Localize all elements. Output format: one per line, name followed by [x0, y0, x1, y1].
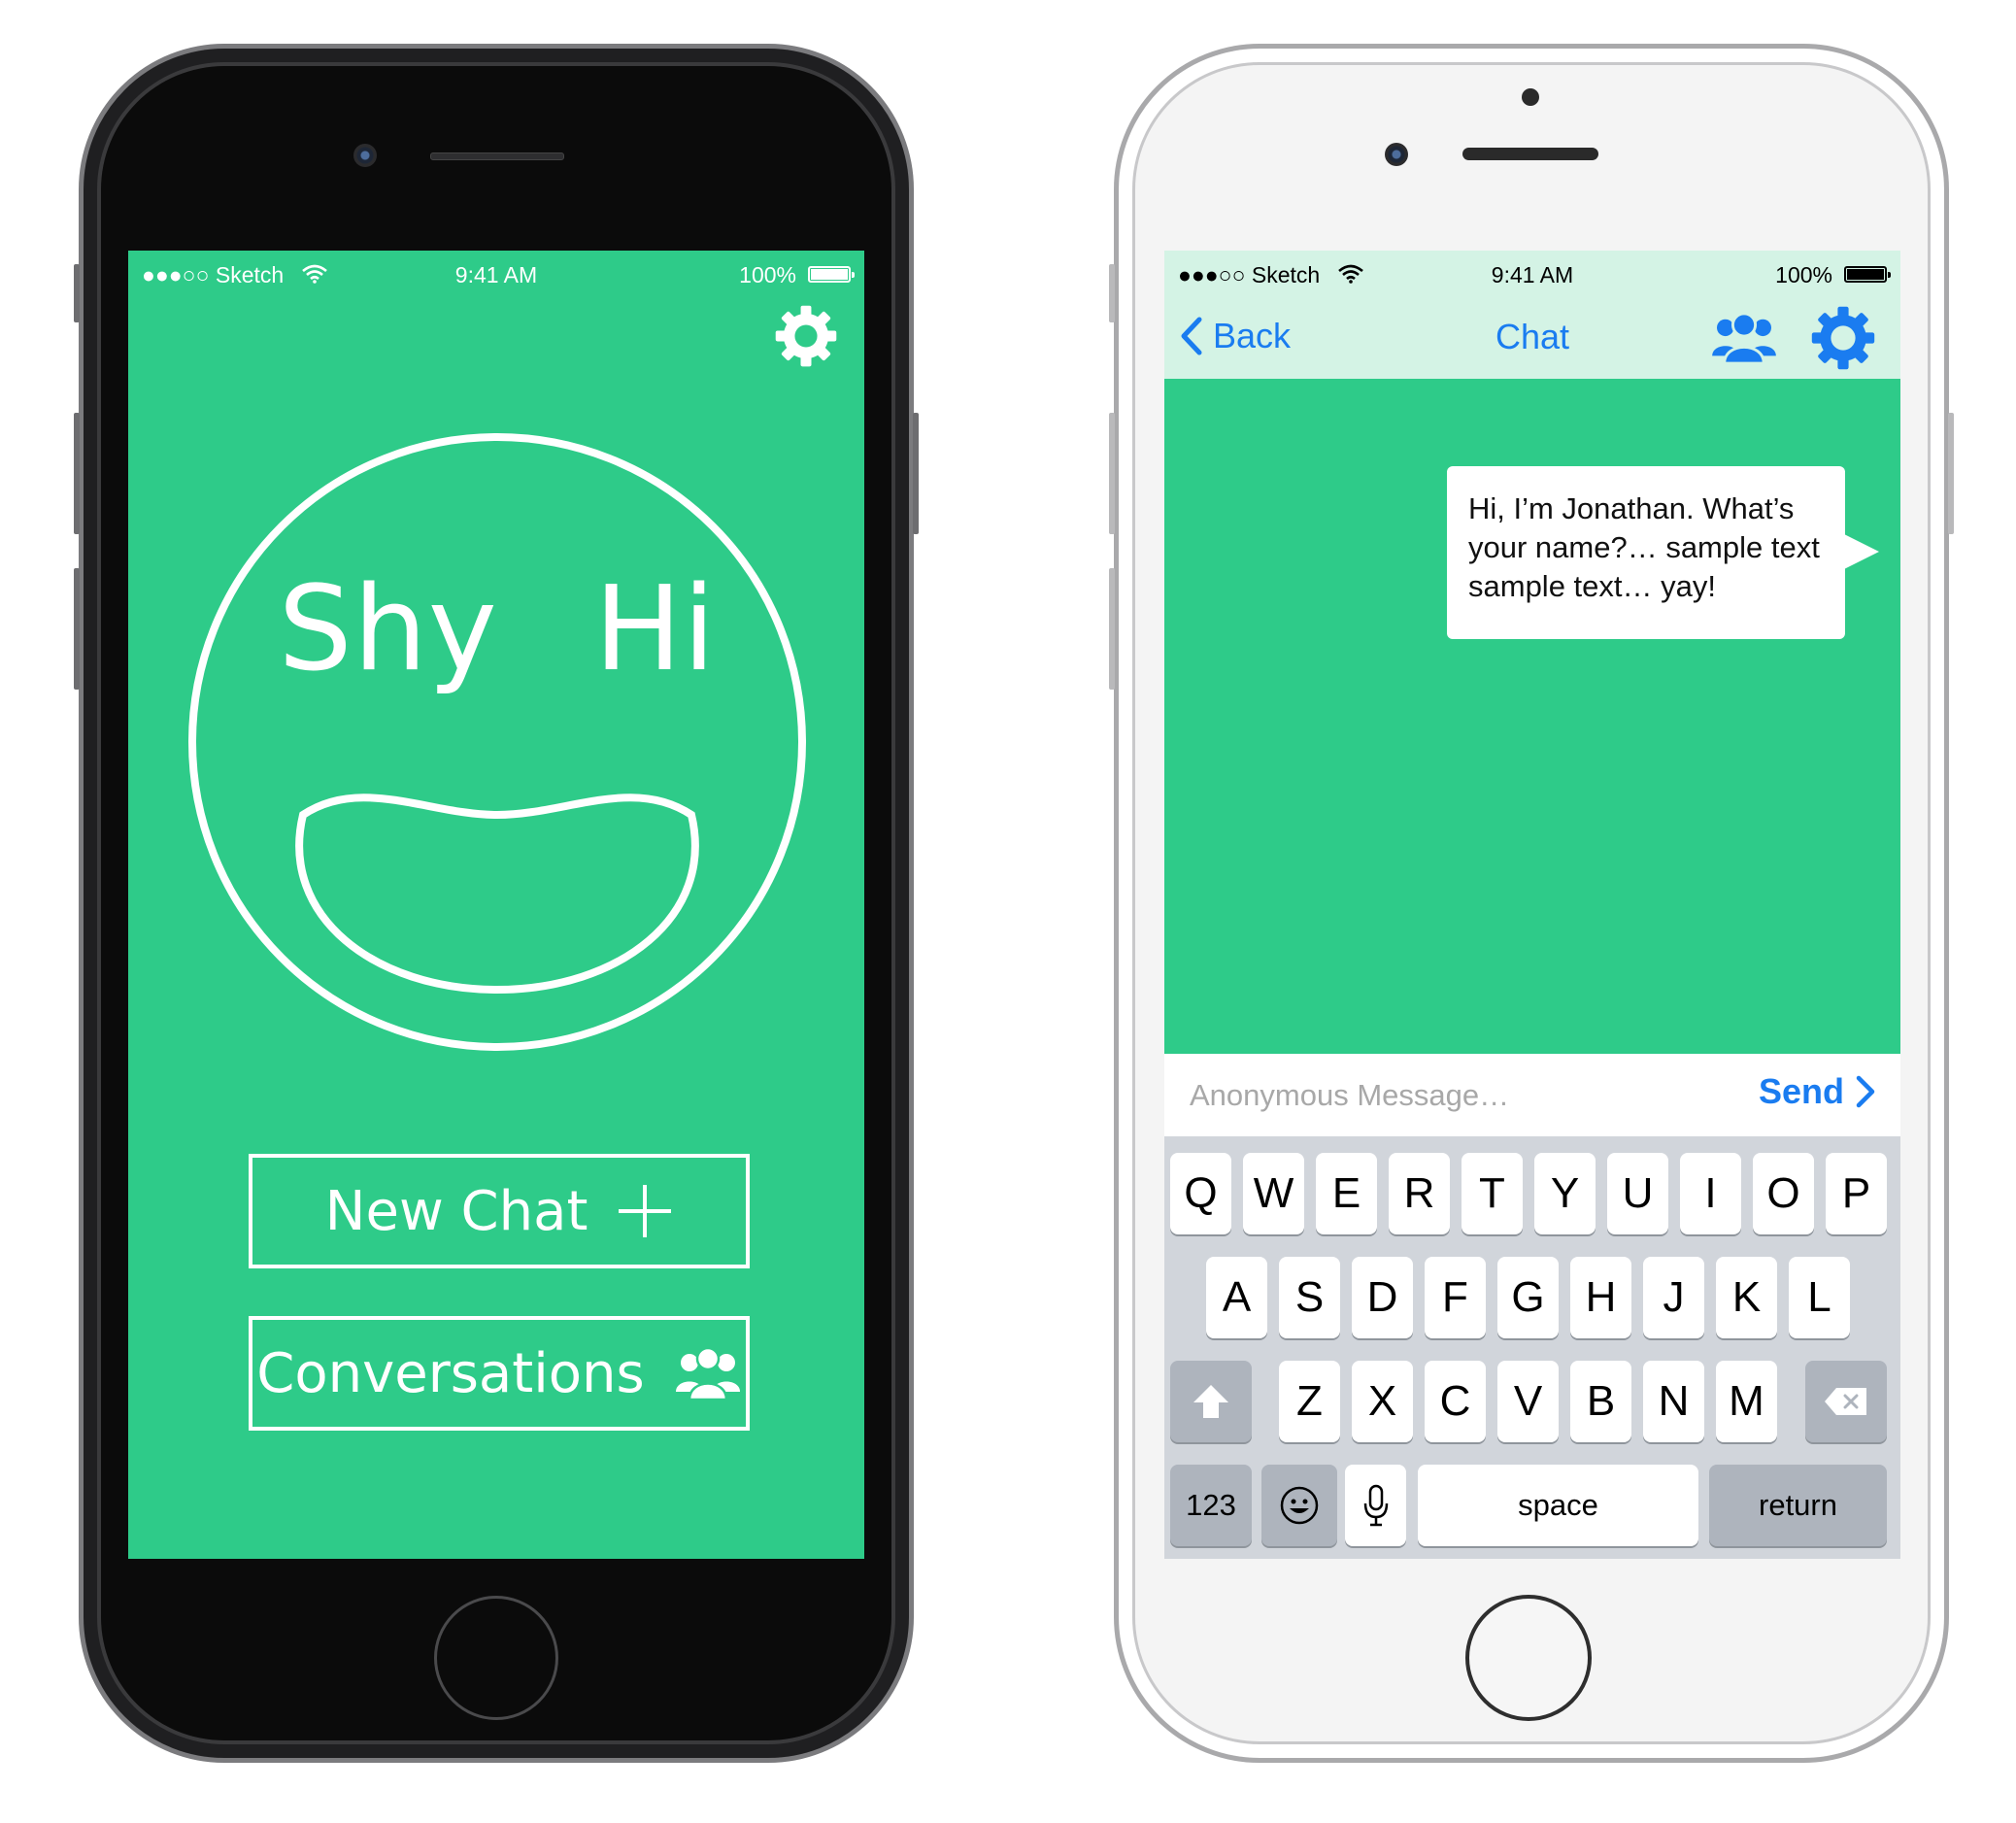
power-button	[913, 413, 919, 534]
smiley-face-graphic	[188, 433, 806, 1051]
new-chat-button[interactable]: New Chat	[249, 1154, 750, 1268]
keyboard: Q W E R T Y U I O P A S D F G H J K L Z …	[1164, 1136, 1900, 1559]
send-button[interactable]: Send	[1759, 1071, 1875, 1112]
key-d[interactable]: D	[1352, 1257, 1413, 1338]
dictation-key[interactable]	[1345, 1465, 1406, 1546]
key-f[interactable]: F	[1425, 1257, 1486, 1338]
send-label: Send	[1758, 1071, 1844, 1111]
status-bar: ●●●○○ Sketch 9:41 AM 100%	[1164, 251, 1900, 299]
key-c[interactable]: C	[1425, 1361, 1486, 1442]
shift-key[interactable]	[1170, 1361, 1252, 1442]
smiley-icon	[1280, 1486, 1319, 1525]
key-a[interactable]: A	[1206, 1257, 1267, 1338]
volume-down-button	[74, 568, 80, 690]
earpiece-speaker	[1462, 148, 1598, 160]
chevron-right-icon	[1856, 1075, 1875, 1108]
people-icon	[675, 1346, 740, 1401]
home-button[interactable]	[1465, 1595, 1592, 1721]
key-n[interactable]: N	[1643, 1361, 1704, 1442]
conversations-label: Conversations	[256, 1341, 645, 1405]
battery-icon	[1844, 266, 1891, 283]
battery-icon	[808, 266, 855, 283]
battery-percentage: 100%	[739, 262, 796, 287]
key-w[interactable]: W	[1243, 1153, 1304, 1234]
space-key[interactable]: space	[1418, 1465, 1698, 1546]
home-button[interactable]	[434, 1596, 558, 1720]
front-camera	[1385, 143, 1408, 166]
front-camera	[353, 144, 377, 167]
logo-title: Shy Hi	[278, 562, 717, 697]
volume-up-button	[1109, 413, 1115, 534]
emoji-key[interactable]	[1261, 1465, 1337, 1546]
volume-up-button	[74, 413, 80, 534]
key-u[interactable]: U	[1607, 1153, 1668, 1234]
battery-percentage: 100%	[1775, 262, 1832, 287]
key-b[interactable]: B	[1570, 1361, 1631, 1442]
key-x[interactable]: X	[1352, 1361, 1413, 1442]
key-t[interactable]: T	[1462, 1153, 1523, 1234]
new-chat-label: New Chat	[324, 1179, 588, 1243]
key-e[interactable]: E	[1316, 1153, 1377, 1234]
delete-key[interactable]	[1805, 1361, 1887, 1442]
numbers-key[interactable]: 123	[1170, 1465, 1252, 1546]
key-s[interactable]: S	[1279, 1257, 1340, 1338]
chat-screen: ●●●○○ Sketch 9:41 AM 100% Back Chat Hi, …	[1164, 251, 1900, 1559]
earpiece-speaker	[430, 152, 564, 160]
navigation-bar: ●●●○○ Sketch 9:41 AM 100% Back Chat	[1164, 251, 1900, 379]
people-icon[interactable]	[1710, 311, 1778, 365]
page-title: Chat	[1495, 317, 1570, 356]
power-button	[1948, 413, 1954, 534]
key-y[interactable]: Y	[1534, 1153, 1596, 1234]
message-composer: Send	[1164, 1054, 1900, 1136]
conversations-button[interactable]: Conversations	[249, 1316, 750, 1431]
key-p[interactable]: P	[1826, 1153, 1887, 1234]
status-bar: ●●●○○ Sketch 9:41 AM 100%	[128, 251, 864, 299]
volume-down-button	[1109, 568, 1115, 690]
mute-switch	[1109, 264, 1115, 322]
shift-arrow-icon	[1193, 1385, 1228, 1418]
key-z[interactable]: Z	[1279, 1361, 1340, 1442]
message-input[interactable]	[1188, 1067, 1716, 1124]
mute-switch	[74, 264, 80, 322]
plus-icon	[619, 1185, 672, 1237]
key-i[interactable]: I	[1680, 1153, 1741, 1234]
home-screen: ●●●○○ Sketch 9:41 AM 100% Shy Hi New Cha…	[128, 251, 864, 1559]
key-g[interactable]: G	[1497, 1257, 1559, 1338]
key-o[interactable]: O	[1753, 1153, 1814, 1234]
gear-icon[interactable]	[1809, 304, 1877, 372]
key-m[interactable]: M	[1716, 1361, 1777, 1442]
gear-icon[interactable]	[773, 303, 839, 369]
proximity-sensor	[1522, 88, 1539, 106]
message-bubble: Hi, I’m Jonathan. What’s your name?… sam…	[1447, 466, 1845, 639]
message-bubble-tail	[1844, 534, 1879, 569]
microphone-icon	[1363, 1484, 1388, 1527]
key-r[interactable]: R	[1389, 1153, 1450, 1234]
key-l[interactable]: L	[1789, 1257, 1850, 1338]
key-q[interactable]: Q	[1170, 1153, 1231, 1234]
key-k[interactable]: K	[1716, 1257, 1777, 1338]
key-v[interactable]: V	[1497, 1361, 1559, 1442]
key-j[interactable]: J	[1643, 1257, 1704, 1338]
key-h[interactable]: H	[1570, 1257, 1631, 1338]
return-key[interactable]: return	[1709, 1465, 1887, 1546]
backspace-icon	[1825, 1388, 1866, 1415]
shy-hi-logo: Shy Hi	[186, 431, 808, 1053]
